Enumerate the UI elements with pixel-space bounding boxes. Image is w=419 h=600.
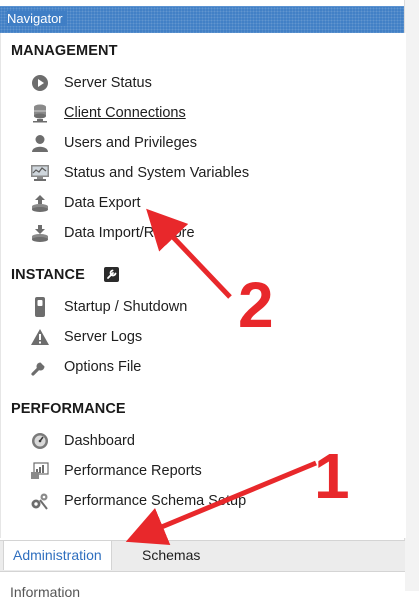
tab-administration[interactable]: Administration xyxy=(3,541,112,570)
nav-label: Server Logs xyxy=(64,329,143,345)
nav-label: Performance Schema Setup xyxy=(64,493,247,509)
nav-server-status[interactable]: Server Status xyxy=(30,70,330,96)
database-user-icon xyxy=(30,103,50,123)
nav-label: Dashboard xyxy=(64,433,135,449)
import-icon xyxy=(30,223,50,243)
instance-header: INSTANCE xyxy=(11,267,85,283)
tab-schemas[interactable]: Schemas xyxy=(133,541,209,570)
performance-header: PERFORMANCE xyxy=(11,401,126,417)
nav-data-import-restore[interactable]: Data Import/Restore xyxy=(30,220,330,246)
warning-icon xyxy=(30,327,50,347)
nav-dashboard[interactable]: Dashboard xyxy=(30,428,330,454)
power-switch-icon xyxy=(30,297,50,317)
nav-label: Data Export xyxy=(64,195,141,211)
export-icon xyxy=(30,193,50,213)
navigator-title-bar: Navigator xyxy=(0,6,404,33)
management-header: MANAGEMENT xyxy=(11,43,118,59)
nav-options-file[interactable]: Options File xyxy=(30,354,330,380)
information-label: Information xyxy=(10,584,81,600)
nav-label: Users and Privileges xyxy=(64,135,197,151)
right-panel-edge xyxy=(404,0,419,591)
nav-label: Performance Reports xyxy=(64,463,202,479)
wrench-icon xyxy=(30,357,50,377)
reports-icon xyxy=(30,461,50,481)
nav-status-system-variables[interactable]: Status and System Variables xyxy=(30,160,330,186)
nav-label: Client Connections xyxy=(64,105,186,121)
nav-users-and-privileges[interactable]: Users and Privileges xyxy=(30,130,330,156)
nav-label: Options File xyxy=(64,359,142,375)
nav-data-export[interactable]: Data Export xyxy=(30,190,330,216)
wrench-box-icon xyxy=(104,267,119,282)
nav-label: Data Import/Restore xyxy=(64,225,195,241)
monitor-icon xyxy=(30,163,50,183)
gauge-icon xyxy=(30,431,50,451)
annotation-number-2: 2 xyxy=(238,269,274,341)
nav-label: Status and System Variables xyxy=(64,165,250,181)
nav-label: Startup / Shutdown xyxy=(64,299,188,315)
nav-server-logs[interactable]: Server Logs xyxy=(30,324,330,350)
nav-client-connections[interactable]: Client Connections xyxy=(30,100,330,126)
annotation-number-1: 1 xyxy=(314,440,350,512)
play-circle-icon xyxy=(30,73,50,93)
user-icon xyxy=(30,133,50,153)
nav-performance-schema-setup[interactable]: Performance Schema Setup xyxy=(30,488,330,514)
window-title: Navigator xyxy=(7,11,67,26)
gears-icon xyxy=(30,491,50,511)
nav-label: Server Status xyxy=(64,75,152,91)
information-panel-header: Information xyxy=(0,571,405,600)
nav-startup-shutdown[interactable]: Startup / Shutdown xyxy=(30,294,330,320)
tab-bar: Administration Schemas xyxy=(0,540,405,571)
nav-performance-reports[interactable]: Performance Reports xyxy=(30,458,330,484)
